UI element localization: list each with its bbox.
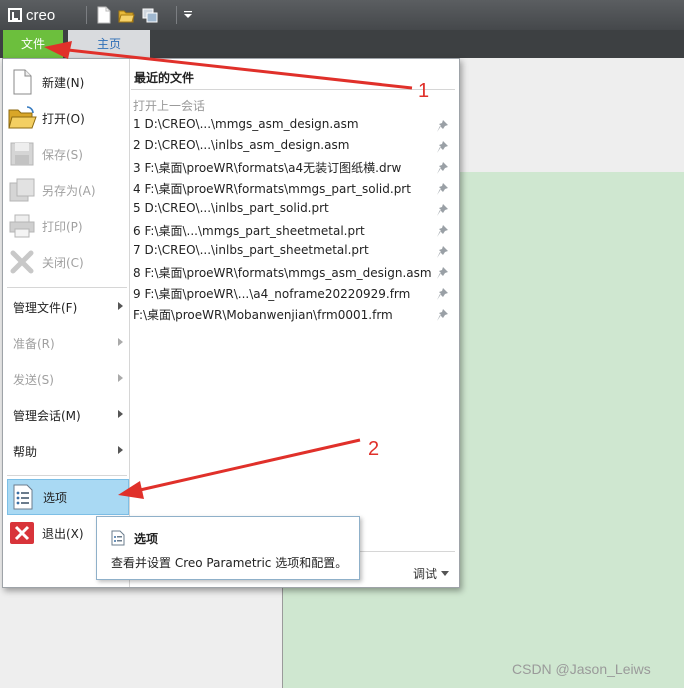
- open-button[interactable]: 打开(O): [7, 101, 129, 135]
- pin-icon[interactable]: [436, 224, 450, 238]
- tab-file[interactable]: 文件: [3, 30, 63, 58]
- recent-file-item[interactable]: 5 D:\CREO\...\inlbs_part_solid.prt: [133, 201, 453, 221]
- save-as-label: 另存为(A): [42, 183, 96, 198]
- tooltip-title: 选项: [134, 532, 159, 546]
- pin-icon[interactable]: [436, 140, 450, 154]
- annotation-label-1: 1: [418, 80, 430, 102]
- tooltip-description: 查看并设置 Creo Parametric 选项和配置。: [111, 556, 348, 570]
- print-label: 打印(P): [42, 219, 83, 234]
- pin-icon[interactable]: [436, 182, 450, 196]
- manage-session-label: 管理会话(M): [13, 408, 81, 423]
- new-file-icon[interactable]: [95, 6, 112, 24]
- close-icon: [7, 247, 37, 277]
- toolbar-separator: [86, 6, 87, 24]
- annotation-label-2: 2: [368, 438, 380, 460]
- new-label: 新建(N): [42, 75, 85, 90]
- new-file-icon: [7, 67, 37, 97]
- send-label: 发送(S): [13, 372, 54, 387]
- recent-file-path: F:\桌面\proeWR\Mobanwenjian\frm0001.frm: [133, 308, 393, 322]
- save-icon: [7, 139, 37, 169]
- save-as-icon: [7, 175, 37, 205]
- recent-files-title: 最近的文件: [134, 71, 195, 85]
- window-icon[interactable]: [141, 6, 158, 24]
- app-brand: creo: [26, 6, 56, 24]
- recent-file-path: 2 D:\CREO\...\inlbs_asm_design.asm: [133, 138, 350, 152]
- help-submenu[interactable]: 帮助: [7, 436, 129, 466]
- pin-icon[interactable]: [436, 266, 450, 280]
- file-menu: 新建(N) 打开(O) 保存(S) 另存为(A) 打印(P) 关闭(C) 管理文…: [2, 58, 460, 588]
- recent-file-path: 4 F:\桌面\proeWR\formats\mmgs_part_solid.p…: [133, 182, 411, 196]
- recent-file-item[interactable]: F:\桌面\proeWR\Mobanwenjian\frm0001.frm: [133, 306, 453, 326]
- close-label: 关闭(C): [42, 255, 84, 270]
- open-folder-icon[interactable]: [118, 6, 135, 24]
- chevron-right-icon: [118, 302, 123, 310]
- print-button[interactable]: 打印(P): [7, 209, 129, 243]
- recent-file-item[interactable]: 1 D:\CREO\...\mmgs_asm_design.asm: [133, 117, 453, 137]
- recent-file-item[interactable]: 9 F:\桌面\proeWR\...\a4_noframe20220929.fr…: [133, 285, 453, 305]
- debug-dropdown[interactable]: 调试: [413, 565, 450, 582]
- recent-files-divider: [131, 89, 455, 90]
- exit-icon: [7, 518, 37, 548]
- recent-file-item[interactable]: 7 D:\CREO\...\inlbs_part_sheetmetal.prt: [133, 243, 453, 263]
- recent-files-pane: 最近的文件 打开上一会话 1 D:\CREO\...\mmgs_asm_desi…: [131, 59, 459, 587]
- title-bar: creo: [0, 0, 684, 30]
- open-folder-icon: [7, 103, 37, 133]
- creo-logo: creo: [8, 6, 55, 24]
- print-icon: [7, 211, 37, 241]
- debug-label: 调试: [413, 567, 438, 581]
- recent-file-path: 7 D:\CREO\...\inlbs_part_sheetmetal.prt: [133, 243, 369, 257]
- options-button[interactable]: 选项: [7, 479, 129, 515]
- chevron-down-icon: [441, 571, 450, 576]
- file-menu-commands: 新建(N) 打开(O) 保存(S) 另存为(A) 打印(P) 关闭(C) 管理文…: [3, 59, 130, 587]
- recent-file-item[interactable]: 8 F:\桌面\proeWR\formats\mmgs_asm_design.a…: [133, 264, 453, 284]
- pin-icon[interactable]: [436, 161, 450, 175]
- manage-session-submenu[interactable]: 管理会话(M): [7, 400, 129, 430]
- recent-file-path: 8 F:\桌面\proeWR\formats\mmgs_asm_design.a…: [133, 266, 432, 280]
- watermark: CSDN @Jason_Leiws: [512, 661, 651, 677]
- prepare-submenu[interactable]: 准备(R): [7, 328, 129, 358]
- pin-icon[interactable]: [436, 308, 450, 322]
- recent-file-item[interactable]: 2 D:\CREO\...\inlbs_asm_design.asm: [133, 138, 453, 158]
- recent-file-path: 5 D:\CREO\...\inlbs_part_solid.prt: [133, 201, 329, 215]
- creo-logo-icon: [8, 8, 22, 22]
- save-label: 保存(S): [42, 147, 83, 162]
- open-last-session-link[interactable]: 打开上一会话: [133, 97, 205, 114]
- help-label: 帮助: [13, 444, 38, 459]
- pin-icon[interactable]: [436, 245, 450, 259]
- recent-file-path: 9 F:\桌面\proeWR\...\a4_noframe20220929.fr…: [133, 287, 411, 301]
- prepare-label: 准备(R): [13, 336, 55, 351]
- save-button[interactable]: 保存(S): [7, 137, 129, 171]
- chevron-right-icon: [118, 338, 123, 346]
- options-label: 选项: [43, 490, 68, 505]
- options-tooltip: 选项 查看并设置 Creo Parametric 选项和配置。: [96, 516, 360, 580]
- chevron-right-icon: [118, 374, 123, 382]
- customize-toolbar-chevron-icon[interactable]: [181, 6, 195, 24]
- ribbon-tab-row: 文件 主页: [0, 30, 684, 58]
- menu-divider: [7, 287, 127, 288]
- recent-file-path: 1 D:\CREO\...\mmgs_asm_design.asm: [133, 117, 359, 131]
- pin-icon[interactable]: [436, 287, 450, 301]
- pin-icon[interactable]: [436, 203, 450, 217]
- recent-file-item[interactable]: 6 F:\桌面\...\mmgs_part_sheetmetal.prt: [133, 222, 453, 242]
- send-submenu[interactable]: 发送(S): [7, 364, 129, 394]
- recent-file-path: 3 F:\桌面\proeWR\formats\a4无装订图纸横.drw: [133, 161, 402, 175]
- pin-icon[interactable]: [436, 119, 450, 133]
- toolbar-separator: [176, 6, 177, 24]
- manage-files-label: 管理文件(F): [13, 300, 78, 315]
- recent-file-item[interactable]: 3 F:\桌面\proeWR\formats\a4无装订图纸横.drw: [133, 159, 453, 179]
- exit-label: 退出(X): [42, 526, 84, 541]
- close-button[interactable]: 关闭(C): [7, 245, 129, 279]
- tab-home[interactable]: 主页: [68, 30, 150, 58]
- chevron-right-icon: [118, 446, 123, 454]
- recent-file-item[interactable]: 4 F:\桌面\proeWR\formats\mmgs_part_solid.p…: [133, 180, 453, 200]
- new-button[interactable]: 新建(N): [7, 65, 129, 99]
- options-list-icon: [111, 530, 125, 546]
- menu-divider: [7, 475, 127, 476]
- save-as-button[interactable]: 另存为(A): [7, 173, 129, 207]
- recent-file-path: 6 F:\桌面\...\mmgs_part_sheetmetal.prt: [133, 224, 365, 238]
- manage-files-submenu[interactable]: 管理文件(F): [7, 292, 129, 322]
- open-label: 打开(O): [42, 111, 85, 126]
- options-list-icon: [8, 482, 38, 512]
- chevron-right-icon: [118, 410, 123, 418]
